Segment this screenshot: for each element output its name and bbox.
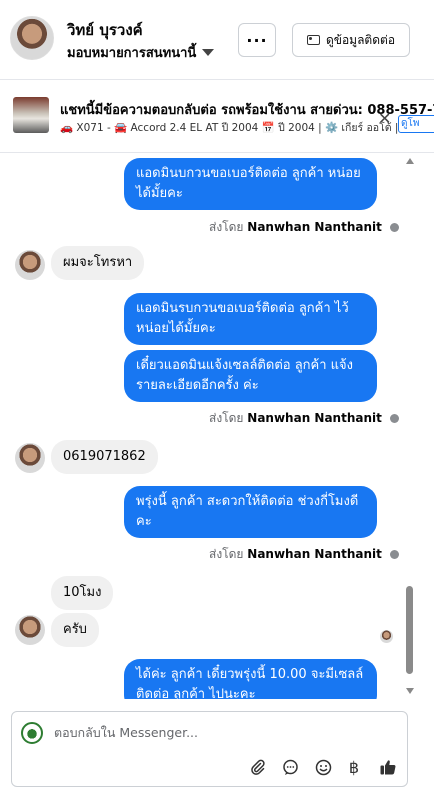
- page-logo-icon: [21, 722, 43, 744]
- contact-card-icon: [306, 35, 320, 45]
- ad-context-banner: แชทนี้มีข้อความตอบกลับต่อ รถพร้อมใช้งาน …: [0, 81, 434, 153]
- outgoing-message[interactable]: ได้ค่ะ ลูกค้า เดี๋ยวพรุ่งนี้ 10.00 จะมีเ…: [124, 659, 377, 699]
- customer-avatar-small[interactable]: [15, 443, 45, 473]
- incoming-message[interactable]: 10โมง: [51, 576, 114, 610]
- incoming-message[interactable]: 0619071862: [51, 440, 158, 474]
- conversation-header: วิทย์ บุรวงค์ มอบหมายการสนทนานี้ ··· ดูข…: [0, 0, 434, 80]
- baht-icon[interactable]: ฿: [344, 757, 364, 777]
- customer-avatar[interactable]: [10, 16, 54, 60]
- view-contact-button[interactable]: ดูข้อมูลติดต่อ: [292, 23, 410, 57]
- more-options-button[interactable]: ···: [238, 23, 276, 57]
- scroll-up-arrow-icon[interactable]: [406, 158, 414, 164]
- paperclip-icon[interactable]: [248, 757, 268, 777]
- outgoing-message[interactable]: เดี๋ยวแอดมินแจ้งเซลล์ติดต่อ ลูกค้า แจ้งร…: [124, 350, 377, 402]
- customer-avatar-small[interactable]: [15, 615, 45, 645]
- scrollbar-thumb[interactable]: [406, 586, 413, 674]
- reply-input[interactable]: [54, 725, 394, 740]
- info-icon[interactable]: [389, 414, 399, 423]
- view-contact-label: ดูข้อมูลติดต่อ: [325, 32, 396, 47]
- info-icon[interactable]: [389, 550, 399, 559]
- sent-by-prefix: ส่งโดย: [209, 220, 244, 234]
- sent-by-label: ส่งโดย Nanwhan Nanthanit: [209, 545, 399, 564]
- caret-down-icon: [202, 49, 215, 56]
- assign-conversation-dropdown[interactable]: มอบหมายการสนทนานี้: [67, 42, 215, 63]
- ad-subtitle: 🚗 X071 - 🚘 Accord 2.4 EL AT ปี 2004 📅 ปี…: [60, 122, 400, 134]
- incoming-message[interactable]: ผมจะโทรหา: [51, 246, 145, 280]
- sender-name: Nanwhan Nanthanit: [247, 411, 382, 425]
- sent-by-prefix: ส่งโดย: [209, 547, 244, 561]
- sent-by-prefix: ส่งโดย: [209, 411, 244, 425]
- scroll-down-arrow-icon[interactable]: [406, 688, 414, 694]
- reply-composer: ฿: [11, 711, 408, 787]
- outgoing-message[interactable]: พรุ่งนี้ ลูกค้า สะดวกให้ติดต่อ ช่วงกี่โม…: [124, 486, 377, 538]
- assign-label: มอบหมายการสนทนานี้: [67, 46, 197, 61]
- sent-by-label: ส่งโดย Nanwhan Nanthanit: [209, 409, 399, 428]
- outgoing-message[interactable]: แอดมินรบกวนขอเบอร์ติดต่อ ลูกค้า ไว้หน่อย…: [124, 293, 377, 345]
- outgoing-message[interactable]: แอดมินบกวนขอเบอร์ติดต่อ ลูกค้า หน่อยได้ม…: [124, 158, 377, 210]
- incoming-message[interactable]: ครับ: [51, 613, 99, 647]
- smiley-icon[interactable]: [313, 757, 333, 777]
- seen-receipt-avatar: [380, 630, 393, 643]
- sent-by-label: ส่งโดย Nanwhan Nanthanit: [209, 218, 399, 237]
- ad-thumbnail[interactable]: [13, 97, 49, 133]
- info-icon[interactable]: [389, 223, 399, 232]
- customer-avatar-small[interactable]: [15, 250, 45, 280]
- view-post-button[interactable]: ดูโพ: [398, 115, 434, 133]
- speech-bubble-icon[interactable]: [280, 757, 300, 777]
- customer-name[interactable]: วิทย์ บุรวงค์: [67, 18, 143, 42]
- thumbs-up-icon[interactable]: [378, 757, 398, 777]
- sender-name: Nanwhan Nanthanit: [247, 547, 382, 561]
- sender-name: Nanwhan Nanthanit: [247, 220, 382, 234]
- message-thread[interactable]: แอดมินบกวนขอเบอร์ติดต่อ ลูกค้า หน่อยได้ม…: [0, 154, 420, 699]
- close-icon[interactable]: ✕: [378, 109, 391, 128]
